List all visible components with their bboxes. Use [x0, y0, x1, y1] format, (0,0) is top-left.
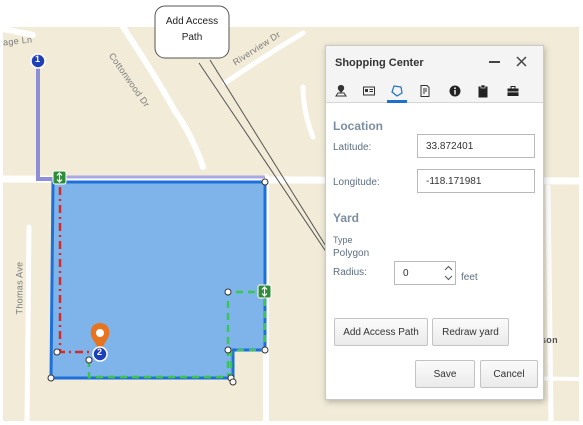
callout-line-1: Add Access	[165, 16, 219, 27]
type-label: Type	[333, 235, 353, 245]
close-button[interactable]	[513, 53, 531, 71]
redraw-yard-button[interactable]: Redraw yard	[432, 318, 509, 346]
minimize-button[interactable]	[486, 53, 504, 71]
latitude-label: Latitude:	[333, 142, 372, 153]
yard-heading: Yard	[333, 211, 360, 225]
save-button[interactable]: Save	[415, 360, 475, 388]
panel-title: Shopping Center	[335, 57, 424, 69]
marker-end-number: 2	[97, 347, 103, 357]
latitude-field[interactable]	[417, 134, 535, 158]
tab-info[interactable]	[444, 81, 466, 101]
panel-header: Shopping Center	[326, 46, 543, 79]
location-pin-icon	[335, 85, 347, 97]
move-handle-icon[interactable]	[52, 170, 67, 185]
callout-line-2: Path	[181, 32, 203, 43]
cancel-button[interactable]: Cancel	[480, 360, 538, 388]
radius-increment-button[interactable]	[442, 263, 454, 273]
longitude-field[interactable]	[417, 169, 535, 193]
move-handle-icon[interactable]	[257, 284, 272, 299]
street-label-thomas: Thomas Ave	[14, 261, 25, 315]
longitude-label: Longitude:	[333, 177, 380, 188]
type-value: Polygon	[333, 248, 370, 259]
edit-document-icon	[420, 85, 430, 97]
chevron-up-icon	[444, 265, 452, 271]
property-panel: Shopping Center Location Latitude: 33.87…	[325, 45, 544, 400]
tab-briefcase[interactable]	[502, 81, 524, 101]
clipboard-icon	[478, 84, 488, 98]
yard-polygon[interactable]	[49, 180, 267, 380]
tab-notes[interactable]	[414, 81, 436, 101]
screenshot-stage: age Ln Cottonwood Dr Riverview Dr Thomas…	[0, 0, 583, 425]
tab-clipboard[interactable]	[472, 81, 494, 101]
close-icon	[516, 56, 527, 67]
callout-text: Add Access Path	[154, 14, 230, 46]
location-heading: Location	[333, 119, 383, 133]
tab-location[interactable]	[330, 81, 352, 101]
marker-start-number: 1	[35, 54, 41, 64]
access-path-purple	[36, 61, 59, 181]
panel-tabs	[326, 79, 543, 103]
chevron-down-icon	[444, 275, 452, 281]
radius-decrement-button[interactable]	[442, 273, 454, 283]
tab-yard[interactable]	[386, 81, 408, 103]
radius-unit: feet	[461, 272, 478, 283]
id-card-icon	[363, 86, 375, 96]
minimize-icon	[489, 61, 500, 63]
info-icon	[449, 85, 461, 97]
tab-contact[interactable]	[358, 81, 380, 101]
radius-label: Radius:	[333, 267, 367, 278]
polygon-icon	[391, 85, 403, 97]
briefcase-icon	[507, 86, 519, 96]
add-access-path-button[interactable]: Add Access Path	[334, 318, 428, 346]
